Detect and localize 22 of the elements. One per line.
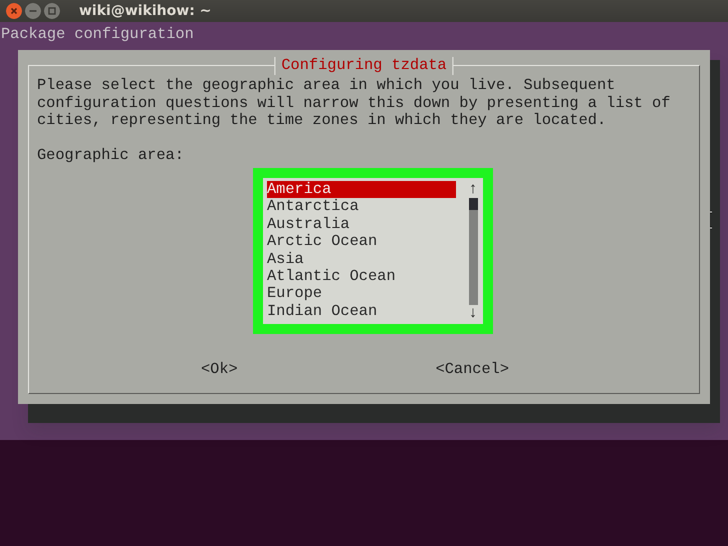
list-item[interactable]: Europe: [267, 285, 456, 303]
package-configuration-header: Package configuration: [0, 24, 194, 44]
list-item[interactable]: Atlantic Ocean: [267, 268, 456, 286]
list-item[interactable]: America: [267, 181, 456, 198]
list-item[interactable]: Arctic Ocean: [267, 233, 456, 251]
scroll-up-arrow[interactable]: ↑: [468, 181, 478, 198]
dialog-message: Please select the geographic area in which you live. Subsequent configuration questions will narrow this down by presenting a list of cities, representing the time zones in which they are located.: [37, 77, 670, 130]
close-icon[interactable]: [6, 3, 22, 19]
list-item[interactable]: Asia: [267, 250, 456, 268]
list-item[interactable]: Indian Ocean: [267, 302, 456, 320]
dialog-title: Configuring tzdata: [274, 57, 454, 75]
prompt-label: Geographic area:: [37, 146, 184, 164]
scrollbar[interactable]: ↑ ↓: [466, 181, 480, 322]
window-title: wiki@wikihow: ~: [79, 2, 212, 20]
list-item[interactable]: Antarctica: [267, 198, 456, 216]
minimize-icon[interactable]: [25, 3, 41, 19]
list-item[interactable]: Australia: [267, 216, 456, 234]
scroll-thumb[interactable]: [468, 198, 478, 210]
dialog-button[interactable]: <Ok>: [201, 361, 238, 378]
dialog-button[interactable]: <Cancel>: [436, 361, 509, 378]
scroll-down-arrow[interactable]: ↓: [468, 305, 478, 322]
maximize-icon[interactable]: [44, 3, 60, 19]
